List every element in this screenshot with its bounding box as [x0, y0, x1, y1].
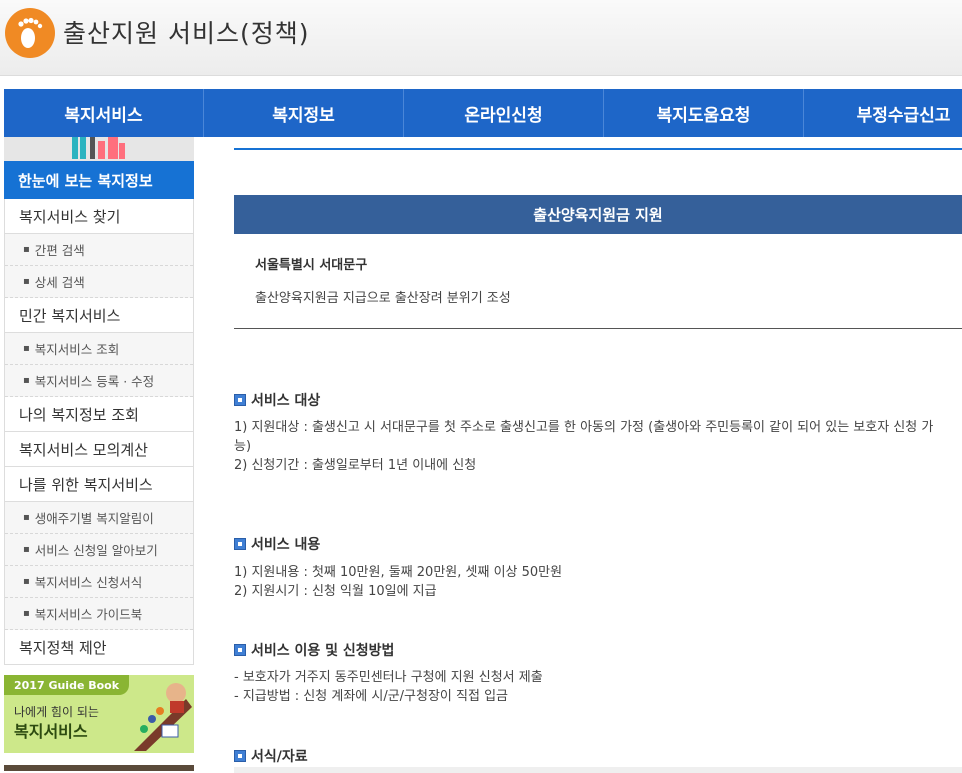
bullet-icon: ▪ [23, 544, 30, 555]
nav-fraud-report[interactable]: 부정수급신고 [804, 89, 962, 137]
bullet-icon: ▪ [23, 608, 30, 619]
nav-welfare-info[interactable]: 복지정보 [204, 89, 404, 137]
service-summary: 출산양육지원금 지급으로 출산장려 분위기 조성 [255, 291, 511, 306]
sidebar-subitem-quick-search[interactable]: ▪ 간편 검색 [5, 234, 193, 266]
sidebar-subitem-detail-search[interactable]: ▪ 상세 검색 [5, 266, 193, 298]
sidebar-subitem-label: 복지서비스 등록 · 수정 [34, 374, 155, 389]
sidebar-subitem-forms[interactable]: ▪ 복지서비스 신청서식 [5, 566, 193, 598]
content-top-rule [234, 148, 962, 150]
bullet-icon: ▪ [23, 244, 30, 255]
bullet-icon: ▪ [23, 375, 30, 386]
section-body-target: 1) 지원대상 : 출생신고 시 서대문구를 첫 주소로 출생신고를 한 아동의… [234, 418, 962, 475]
main-content: 출산양육지원금 지원 서울특별시 서대문구 출산양육지원금 지급으로 출산장려 … [234, 148, 962, 765]
section-line: 1) 지원대상 : 출생신고 시 서대문구를 첫 주소로 출생신고를 한 아동의… [234, 420, 934, 435]
sidebar-item-find-service[interactable]: 복지서비스 찾기 [5, 199, 193, 234]
guide-book-title: 복지서비스 [14, 722, 88, 741]
sidebar-subitem-label: 복지서비스 조회 [34, 342, 120, 357]
section-heading-text: 서비스 이용 및 신청방법 [251, 643, 395, 659]
content-bottom-strip [234, 767, 962, 773]
sidebar-subitem-lifecycle-alert[interactable]: ▪ 생애주기별 복지알림이 [5, 502, 193, 534]
sidebar-subitem-label: 생애주기별 복지알림이 [34, 511, 154, 526]
section-line: - 보호자가 거주지 동주민센터나 구청에 지원 신청서 제출 [234, 670, 543, 685]
service-title-banner: 출산양육지원금 지원 [234, 195, 962, 234]
section-bullet-icon [234, 538, 246, 550]
bullet-icon: ▪ [23, 276, 30, 287]
section-line: - 지급방법 : 신청 계좌에 시/군/구청장이 직접 입금 [234, 689, 508, 704]
sidebar-item-private-service[interactable]: 민간 복지서비스 [5, 298, 193, 333]
nav-welfare-service[interactable]: 복지서비스 [4, 89, 204, 137]
sidebar-subitem-service-lookup[interactable]: ▪ 복지서비스 조회 [5, 333, 193, 365]
guide-book-illustration [134, 683, 192, 751]
section-heading-how-to-apply: 서비스 이용 및 신청방법 [234, 640, 394, 660]
sidebar-subitem-label: 간편 검색 [34, 243, 85, 258]
section-heading-target: 서비스 대상 [234, 390, 320, 410]
sidebar-item-simulation[interactable]: 복지서비스 모의계산 [5, 432, 193, 467]
bullet-icon: ▪ [23, 512, 30, 523]
sidebar-item-my-info[interactable]: 나의 복지정보 조회 [5, 397, 193, 432]
section-line: 2) 신청기간 : 출생일로부터 1년 이내에 신청 [234, 458, 477, 473]
sidebar-subitem-label: 서비스 신청일 알아보기 [34, 543, 158, 558]
sidebar-item-policy-proposal[interactable]: 복지정책 제안 [5, 630, 193, 665]
section-heading-content: 서비스 내용 [234, 534, 320, 554]
sidebar-title: 한눈에 보는 복지정보 [4, 161, 194, 199]
sidebar-subitem-apply-date[interactable]: ▪ 서비스 신청일 알아보기 [5, 534, 193, 566]
section-heading-text: 서식/자료 [251, 749, 308, 765]
section-bullet-icon [234, 750, 246, 762]
page-title: 출산지원 서비스(정책) [63, 19, 310, 48]
section-heading-text: 서비스 대상 [251, 393, 321, 409]
sidebar-subitem-service-register[interactable]: ▪ 복지서비스 등록 · 수정 [5, 365, 193, 397]
section-line: 능) [234, 439, 252, 454]
section-bullet-icon [234, 394, 246, 406]
guide-book-tag: 2017 Guide Book [4, 675, 130, 695]
section-line: 2) 지원시기 : 신청 익월 10일에 지급 [234, 584, 437, 599]
section-body-how-to-apply: - 보호자가 거주지 동주민센터나 구청에 지원 신청서 제출 - 지급방법 :… [234, 668, 962, 706]
sidebar-item-for-me[interactable]: 나를 위한 복지서비스 [5, 467, 193, 502]
sidebar-menu: 복지서비스 찾기 ▪ 간편 검색 ▪ 상세 검색 민간 복지서비스 ▪ 복지서비스 조… [4, 199, 194, 665]
sidebar-subitem-guidebook[interactable]: ▪ 복지서비스 가이드북 [5, 598, 193, 630]
sidebar-bottom-strip [4, 765, 194, 771]
main-nav: 복지서비스 복지정보 온라인신청 복지도움요청 부정수급신고 [4, 89, 962, 137]
sidebar-subitem-label: 상세 검색 [34, 275, 85, 290]
nav-online-apply[interactable]: 온라인신청 [404, 89, 604, 137]
section-body-content: 1) 지원내용 : 첫째 10만원, 둘째 20만원, 셋째 이상 50만원 2… [234, 563, 962, 601]
bullet-icon: ▪ [23, 343, 30, 354]
section-bullet-icon [234, 644, 246, 656]
sidebar-subitem-label: 복지서비스 신청서식 [34, 575, 143, 590]
organization-name: 서울특별시 서대문구 [255, 258, 368, 273]
section-heading-text: 서비스 내용 [251, 537, 321, 553]
section-line: 1) 지원내용 : 첫째 10만원, 둘째 20만원, 셋째 이상 50만원 [234, 565, 563, 580]
sidebar-illustration [4, 137, 194, 161]
bullet-icon: ▪ [23, 576, 30, 587]
content-divider [234, 328, 962, 329]
sidebar-subitem-label: 복지서비스 가이드북 [34, 607, 143, 622]
footprint-icon[interactable] [5, 8, 55, 58]
section-heading-forms: 서식/자료 [234, 746, 308, 766]
nav-help-request[interactable]: 복지도움요청 [604, 89, 804, 137]
site-header: 출산지원 서비스(정책) [0, 0, 962, 76]
guide-book-banner[interactable]: 2017 Guide Book 나에게 힘이 되는 복지서비스 [4, 675, 194, 753]
sidebar: 한눈에 보는 복지정보 복지서비스 찾기 ▪ 간편 검색 ▪ 상세 검색 민간 복지… [4, 137, 194, 771]
